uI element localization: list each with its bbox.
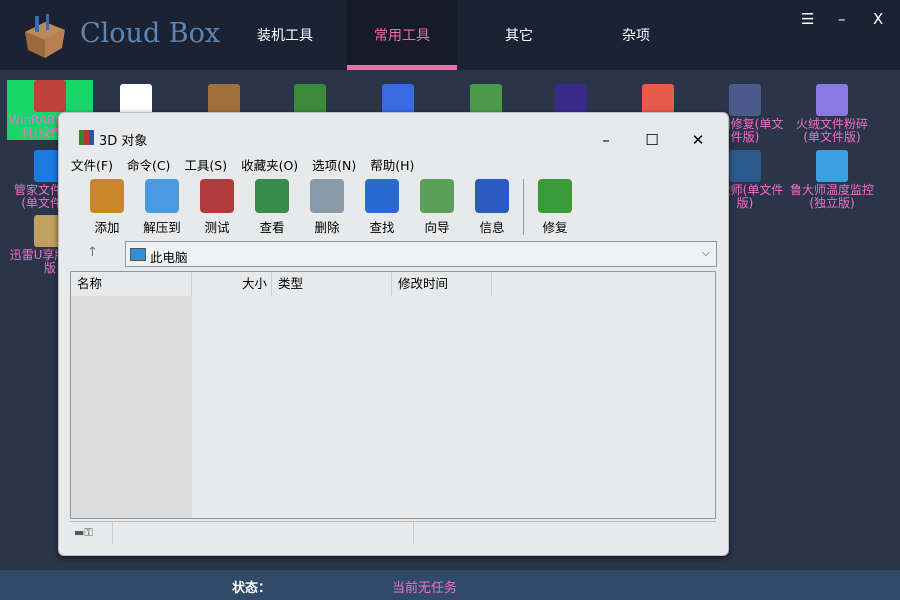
toolbar-icon [90, 179, 124, 213]
toolbar-icon [420, 179, 454, 213]
column-header-size[interactable]: 大小 [192, 272, 272, 296]
column-header-type[interactable]: 类型 [272, 272, 392, 296]
tool-label: 鲁大师温度监控(独立版) [789, 183, 874, 210]
window-maximize-button[interactable]: ☐ [629, 127, 675, 153]
desktop-tool-item[interactable]: 火绒文件粉碎(单文件版) [789, 84, 875, 144]
menu-options[interactable]: 选项(N) [312, 158, 356, 173]
file-list[interactable]: 名称 大小 类型 修改时间 [70, 271, 716, 519]
toolbar-label: 修复 [542, 220, 568, 235]
app-header: Cloud Box 装机工具 常用工具 其它 杂项 ☰ – X [0, 0, 900, 70]
menu-help[interactable]: 帮助(H) [370, 158, 414, 173]
toolbar-label: 查找 [369, 220, 395, 235]
tool-icon [816, 84, 848, 116]
toolbar-label: 添加 [94, 220, 120, 235]
status-label: 状态： [232, 581, 272, 596]
toolbar-button[interactable]: 查找 [356, 179, 408, 236]
tab-other[interactable]: 其它 [464, 0, 574, 70]
toolbar-button[interactable]: 向导 [411, 179, 463, 236]
toolbar-label: 删除 [314, 220, 340, 235]
desktop-tool-item[interactable]: 鲁大师温度监控(独立版) [789, 150, 875, 210]
toolbar-icon [310, 179, 344, 213]
tool-icon [729, 84, 761, 116]
close-button[interactable]: X [873, 10, 883, 28]
up-arrow-icon[interactable]: ↑ [87, 245, 98, 260]
toolbar-separator [523, 179, 524, 235]
address-bar[interactable]: 此电脑 ⌵ [125, 241, 717, 267]
toolbar-button[interactable]: 添加 [81, 179, 133, 236]
window-close-button[interactable]: ✕ [675, 127, 721, 153]
menu-tools[interactable]: 工具(S) [184, 158, 227, 173]
menu-favorites[interactable]: 收藏夹(O) [241, 158, 298, 173]
menu-bar: 文件(F) 命令(C) 工具(S) 收藏夹(O) 选项(N) 帮助(H) [71, 155, 424, 175]
app-title: Cloud Box [80, 18, 221, 49]
tab-common-tools[interactable]: 常用工具 [347, 0, 457, 70]
toolbar-button[interactable]: 测试 [191, 179, 243, 236]
tool-icon [729, 150, 761, 182]
chevron-down-icon[interactable]: ⌵ [702, 246, 710, 260]
title-bar: 3D 对象 – ☐ ✕ [71, 127, 721, 153]
toolbar-button[interactable]: 信息 [466, 179, 518, 236]
tool-icon [816, 150, 848, 182]
tab-install-tools[interactable]: 装机工具 [230, 0, 340, 70]
column-header-name[interactable]: 名称 [71, 272, 192, 296]
toolbar-button[interactable]: 解压到 [136, 179, 188, 236]
menu-commands[interactable]: 命令(C) [127, 158, 170, 173]
toolbar-label: 信息 [479, 220, 505, 235]
menu-icon[interactable]: ☰ [801, 10, 814, 28]
toolbar-button[interactable]: 删除 [301, 179, 353, 236]
toolbar-icon [365, 179, 399, 213]
window-title: 3D 对象 [99, 134, 148, 149]
winrar-window: 3D 对象 – ☐ ✕ 文件(F) 命令(C) 工具(S) 收藏夹(O) 选项(… [58, 112, 729, 556]
address-text: 此电脑 [150, 250, 188, 265]
tab-misc[interactable]: 杂项 [581, 0, 691, 70]
name-column-shade [71, 296, 192, 518]
toolbar-icon [255, 179, 289, 213]
status-bar: 状态： 当前无任务 [0, 570, 900, 600]
minimize-button[interactable]: – [838, 10, 846, 28]
toolbar-label: 向导 [424, 220, 450, 235]
toolbar-label: 测试 [204, 220, 230, 235]
toolbar-icon [200, 179, 234, 213]
toolbar-label: 查看 [259, 220, 285, 235]
column-header-modified[interactable]: 修改时间 [392, 272, 492, 296]
toolbar: 添加 解压到 测试 查看 删除 查找 向导 信息 修复 [71, 177, 721, 237]
status-value: 当前无任务 [392, 581, 458, 596]
window-status-bar: ▬⚿ [70, 521, 716, 544]
cloud-box-logo-icon [25, 14, 65, 58]
tool-icon [34, 80, 66, 112]
menu-file[interactable]: 文件(F) [71, 158, 113, 173]
toolbar-icon [145, 179, 179, 213]
computer-icon [130, 248, 146, 261]
toolbar-icon [538, 179, 572, 213]
toolbar-button[interactable]: 查看 [246, 179, 298, 236]
toolbar-icon [475, 179, 509, 213]
toolbar-button[interactable]: 修复 [529, 179, 581, 236]
drive-key-icon: ▬⚿ [74, 526, 93, 539]
toolbar-label: 解压到 [143, 220, 181, 235]
winrar-icon [79, 130, 94, 145]
tool-label: 火绒文件粉碎(单文件版) [795, 117, 868, 144]
window-minimize-button[interactable]: – [583, 127, 629, 153]
